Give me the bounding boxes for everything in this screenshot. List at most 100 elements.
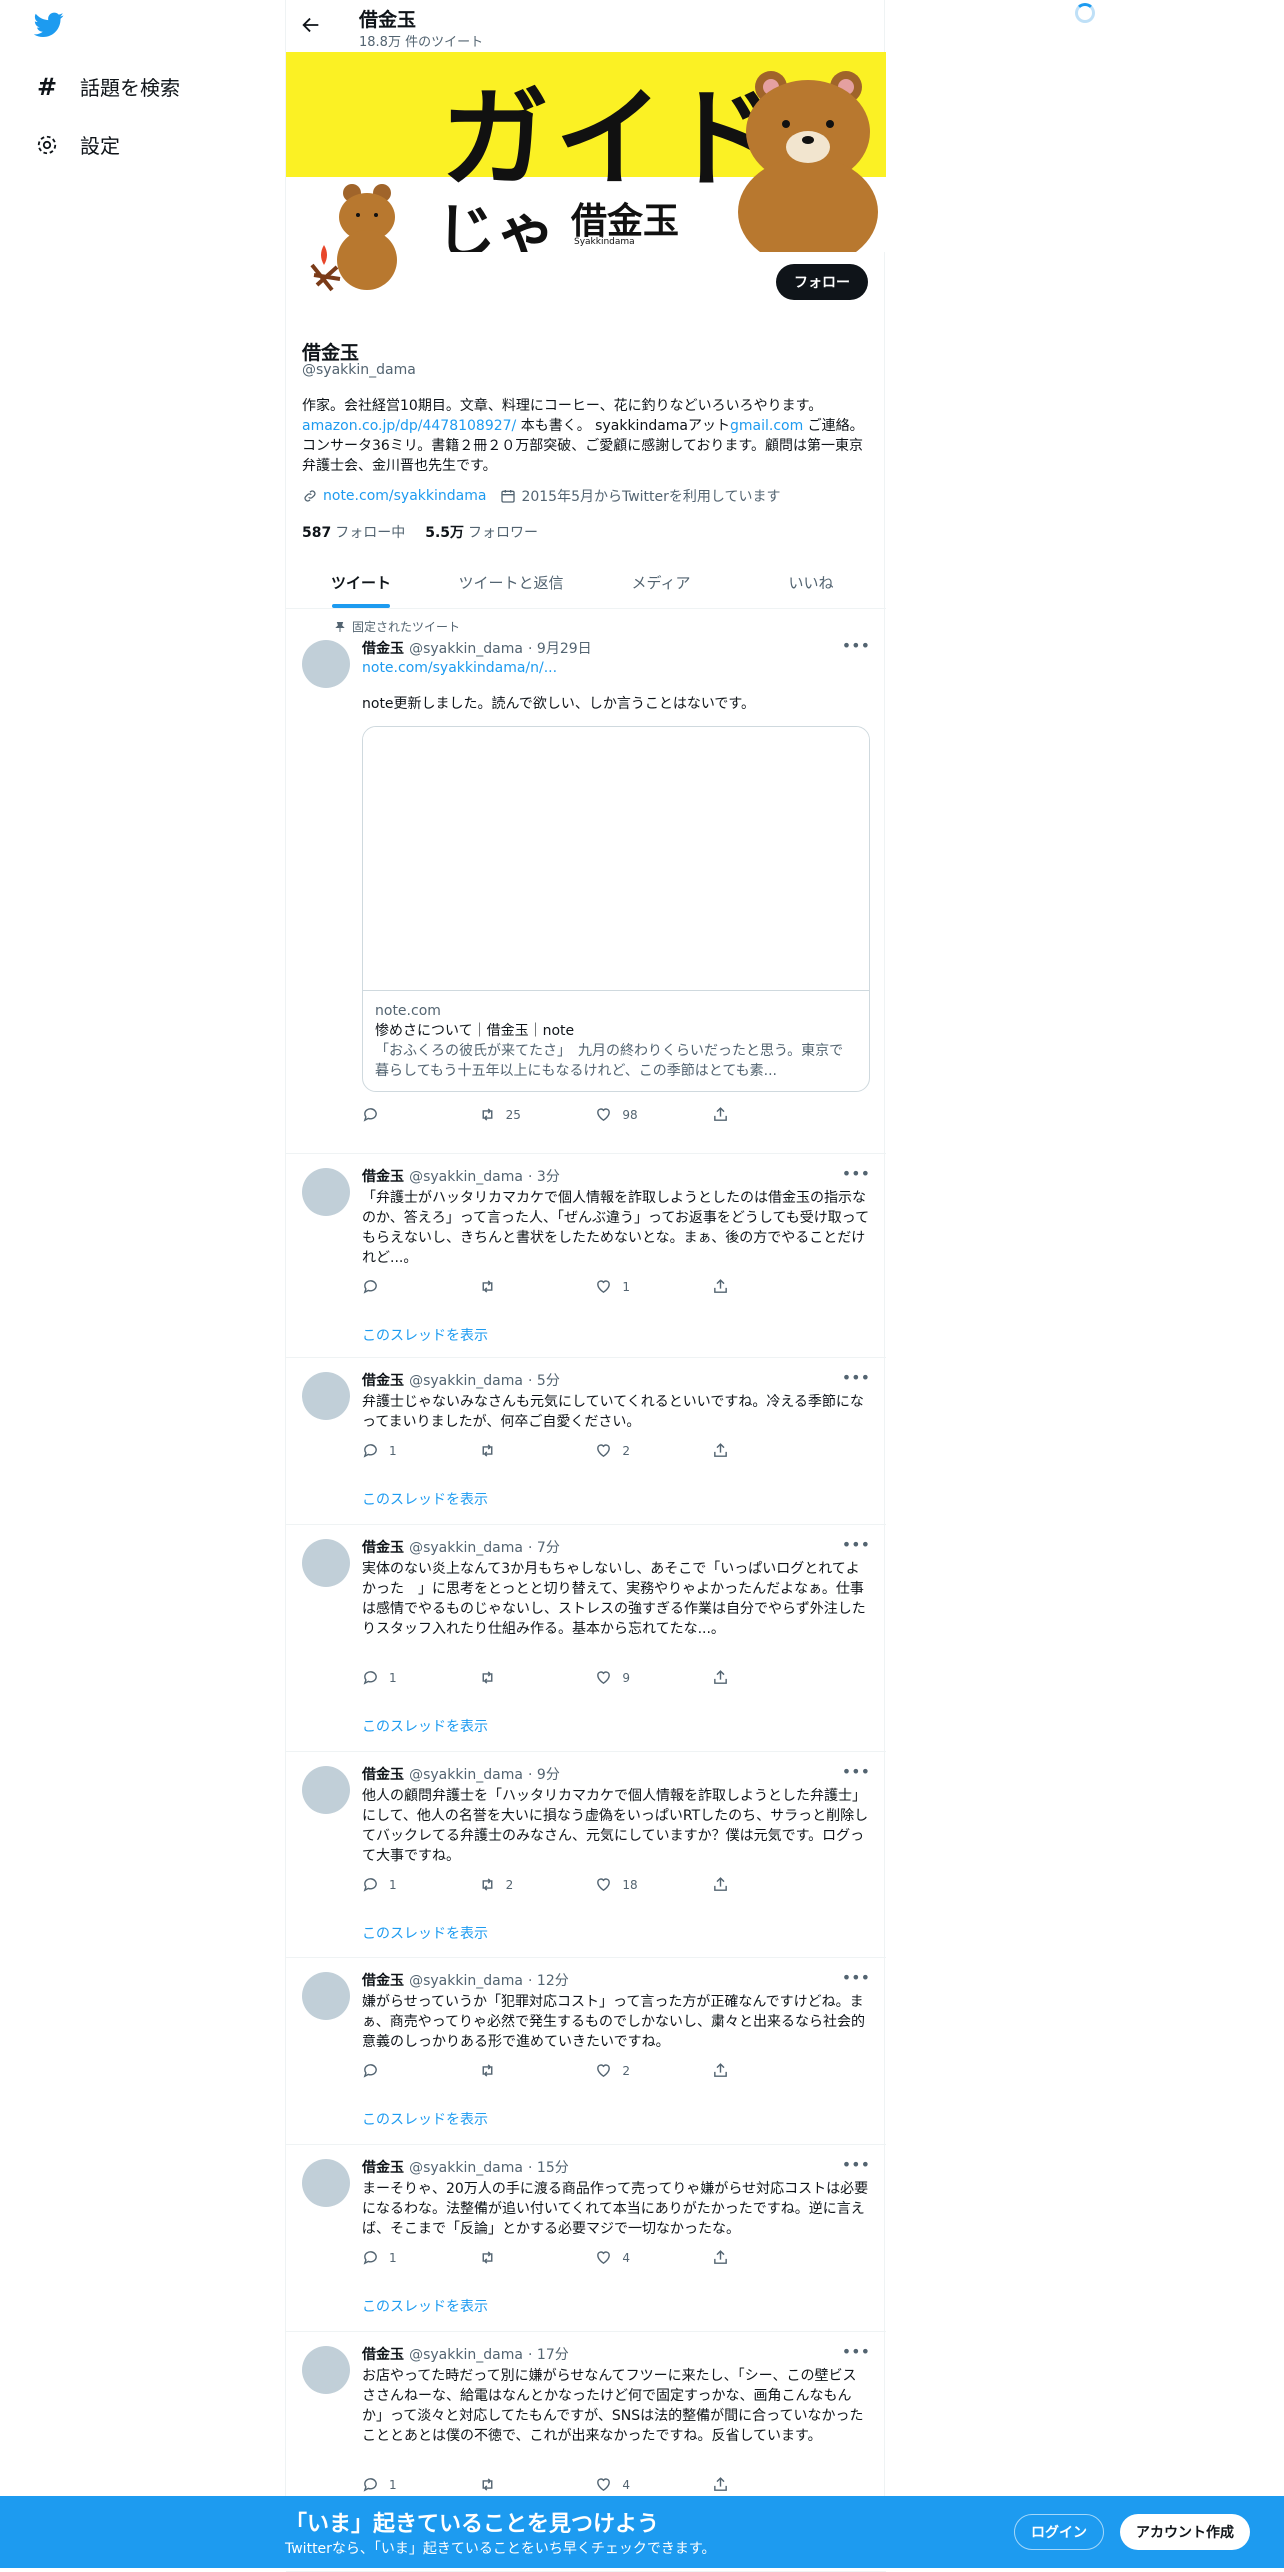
tweet-author-handle[interactable]: @syakkin_dama	[409, 1973, 523, 1989]
share-button[interactable]	[712, 1669, 782, 1686]
twitter-logo-icon[interactable]	[33, 12, 64, 42]
followers-count[interactable]: 5.5万 フォロワー	[425, 522, 538, 542]
tweet-author-name[interactable]: 借金玉	[362, 1767, 404, 1783]
show-thread-link[interactable]: このスレッドを表示	[362, 1923, 870, 1943]
tab-likes[interactable]: いいね	[736, 556, 886, 608]
tweet-author-handle[interactable]: @syakkin_dama	[409, 2347, 523, 2363]
tweet-author-name[interactable]: 借金玉	[362, 2347, 404, 2363]
reply-button[interactable]	[362, 2062, 459, 2079]
share-button[interactable]	[712, 1442, 782, 1459]
tweet-avatar[interactable]	[302, 1372, 350, 1420]
tweet[interactable]: ••• 借金玉 @syakkin_dama · 15分 まーそりゃ、20万人の手に渡…	[286, 2145, 886, 2332]
signup-button[interactable]: アカウント作成	[1120, 2514, 1250, 2550]
share-button[interactable]	[712, 1278, 782, 1295]
show-thread-link[interactable]: このスレッドを表示	[362, 2296, 870, 2316]
reply-button[interactable]	[362, 1106, 459, 1123]
tweet[interactable]: ••• 借金玉 @syakkin_dama · 7分 実体のない炎上なんて3か月もち…	[286, 1525, 886, 1752]
profile-website-text[interactable]: note.com/syakkindama	[323, 488, 486, 504]
tweet-author-handle[interactable]: @syakkin_dama	[409, 1767, 523, 1783]
retweet-button[interactable]	[479, 2062, 576, 2079]
tweet-time[interactable]: · 9月29日	[528, 641, 592, 657]
like-button[interactable]: 98	[595, 1106, 692, 1123]
tweet-author-name[interactable]: 借金玉	[362, 641, 404, 657]
profile-avatar[interactable]	[302, 175, 402, 295]
pinned-tweet[interactable]: 固定されたツイート ••• 借金玉 @syakkin_dama · 9月29日 …	[286, 610, 886, 1154]
tweet-time[interactable]: · 17分	[528, 2347, 569, 2363]
profile-website[interactable]: note.com/syakkindama	[302, 488, 486, 504]
tweet-avatar[interactable]	[302, 2346, 350, 2394]
share-button[interactable]	[712, 2249, 782, 2266]
like-button[interactable]: 2	[595, 1442, 692, 1459]
tweet-actions: 14	[362, 2476, 782, 2493]
reply-button[interactable]: 1	[362, 1876, 459, 1893]
like-count: 2	[622, 1443, 630, 1458]
tweet-author-handle[interactable]: @syakkin_dama	[409, 1540, 523, 1556]
share-button[interactable]	[712, 2062, 782, 2079]
tweet-time[interactable]: · 7分	[528, 1540, 560, 1556]
tweet-time[interactable]: · 3分	[528, 1169, 560, 1185]
share-button[interactable]	[712, 2476, 782, 2493]
tweet-text: 弁護士じゃないみなさんも元気にしていてくれるといいですね。冷える季節になってまい…	[362, 1394, 864, 1430]
login-button[interactable]: ログイン	[1014, 2514, 1104, 2550]
like-button[interactable]: 18	[595, 1876, 692, 1893]
tweet[interactable]: ••• 借金玉 @syakkin_dama · 9分 他人の顧問弁護士を「ハッタリカ…	[286, 1752, 886, 1958]
tweet-avatar[interactable]	[302, 1168, 350, 1216]
tweet-author-name[interactable]: 借金玉	[362, 1540, 404, 1556]
show-thread-link[interactable]: このスレッドを表示	[362, 1325, 870, 1345]
retweet-button[interactable]: 25	[479, 1106, 576, 1123]
tweet-avatar[interactable]	[302, 640, 350, 688]
back-arrow-icon[interactable]	[300, 14, 322, 40]
reply-button[interactable]: 1	[362, 2249, 459, 2266]
like-button[interactable]: 1	[595, 1278, 692, 1295]
reply-button[interactable]: 1	[362, 2476, 459, 2493]
tweet[interactable]: ••• 借金玉 @syakkin_dama · 3分 「弁護士がハッタリカマカケで個…	[286, 1154, 886, 1358]
tweet-avatar[interactable]	[302, 2159, 350, 2207]
retweet-button[interactable]	[479, 2476, 576, 2493]
tweet-avatar[interactable]	[302, 1539, 350, 1587]
reply-button[interactable]: 1	[362, 1669, 459, 1686]
tweet-time[interactable]: · 15分	[528, 2160, 569, 2176]
reply-button[interactable]	[362, 1278, 459, 1295]
nav-settings[interactable]: 設定	[34, 130, 120, 159]
nav-explore[interactable]: # 話題を検索	[34, 72, 180, 101]
reply-button[interactable]: 1	[362, 1442, 459, 1459]
like-button[interactable]: 2	[595, 2062, 692, 2079]
follow-button[interactable]: フォロー	[776, 264, 868, 300]
retweet-button[interactable]	[479, 2249, 576, 2266]
tweet-author-handle[interactable]: @syakkin_dama	[409, 1169, 523, 1185]
tab-media[interactable]: メディア	[586, 556, 736, 608]
tweet-link[interactable]: note.com/syakkindama/n/...	[362, 660, 870, 676]
show-thread-link[interactable]: このスレッドを表示	[362, 1716, 870, 1736]
share-button[interactable]	[712, 1106, 782, 1123]
tweet-author-name[interactable]: 借金玉	[362, 1169, 404, 1185]
show-thread-link[interactable]: このスレッドを表示	[362, 1489, 870, 1509]
like-button[interactable]: 9	[595, 1669, 692, 1686]
tweet-author-name[interactable]: 借金玉	[362, 1373, 404, 1389]
tweet-avatar[interactable]	[302, 1766, 350, 1814]
retweet-button[interactable]	[479, 1278, 576, 1295]
link-card[interactable]: note.com 惨めさについて｜借金玉｜note 「おふくろの彼氏が来てたさ」…	[362, 726, 870, 1092]
tab-tweets[interactable]: ツイート	[286, 556, 436, 608]
retweet-button[interactable]	[479, 1442, 576, 1459]
tweet[interactable]: ••• 借金玉 @syakkin_dama · 5分 弁護士じゃないみなさんも元気に…	[286, 1358, 886, 1525]
tweet-author-handle[interactable]: @syakkin_dama	[409, 641, 523, 657]
tweet-time[interactable]: · 12分	[528, 1973, 569, 1989]
retweet-button[interactable]	[479, 1669, 576, 1686]
tweet-author-name[interactable]: 借金玉	[362, 2160, 404, 2176]
tweet-time[interactable]: · 5分	[528, 1373, 560, 1389]
retweet-button[interactable]: 2	[479, 1876, 576, 1893]
following-count[interactable]: 587 フォロー中	[302, 522, 405, 542]
bio-amazon-link[interactable]: amazon.co.jp/dp/4478108927/	[302, 418, 516, 434]
like-button[interactable]: 4	[595, 2476, 692, 2493]
show-thread-link[interactable]: このスレッドを表示	[362, 2109, 870, 2129]
tweet-avatar[interactable]	[302, 1972, 350, 2020]
share-button[interactable]	[712, 1876, 782, 1893]
tweet-author-handle[interactable]: @syakkin_dama	[409, 1373, 523, 1389]
tweet-author-handle[interactable]: @syakkin_dama	[409, 2160, 523, 2176]
like-button[interactable]: 4	[595, 2249, 692, 2266]
tweet[interactable]: ••• 借金玉 @syakkin_dama · 12分 嫌がらせっていうか「犯罪対応…	[286, 1958, 886, 2145]
bio-gmail-link[interactable]: gmail.com	[730, 418, 803, 434]
tweet-author-name[interactable]: 借金玉	[362, 1973, 404, 1989]
tweet-time[interactable]: · 9分	[528, 1767, 560, 1783]
tab-tweets-replies[interactable]: ツイートと返信	[436, 556, 586, 608]
